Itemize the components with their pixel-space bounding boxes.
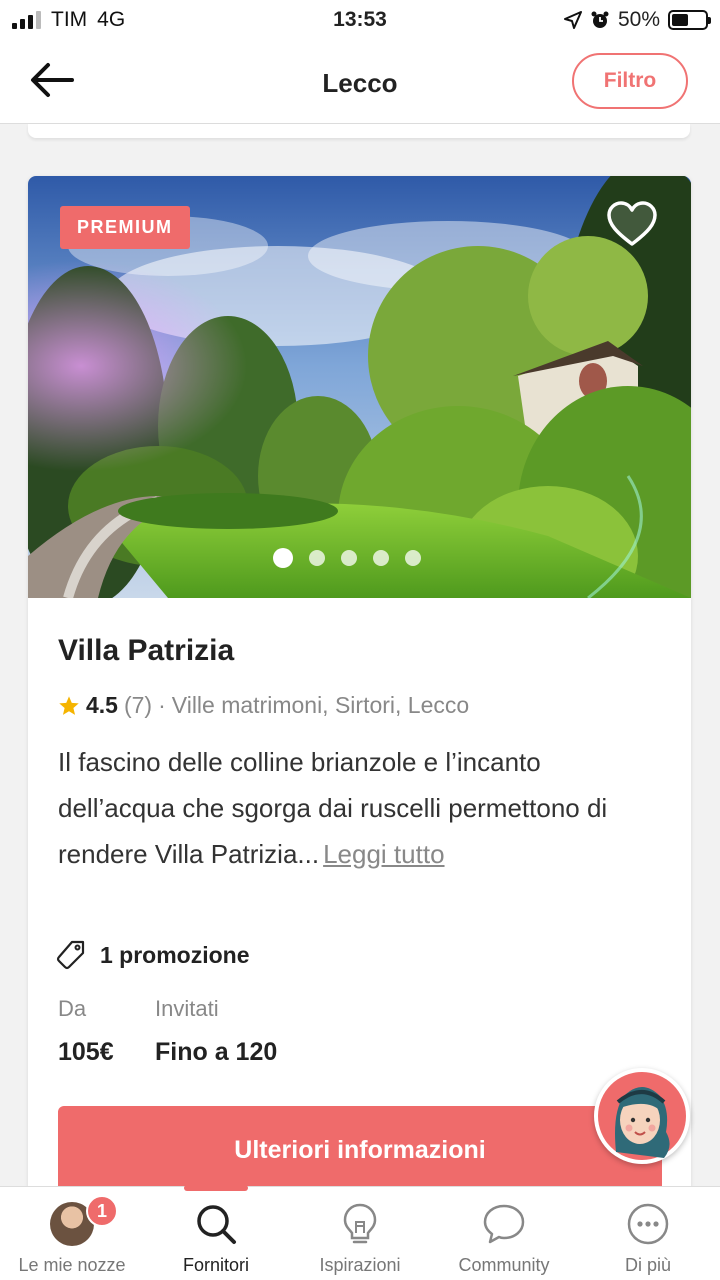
tab-more[interactable]: Di più [576, 1187, 720, 1280]
pagination-dot[interactable] [341, 550, 357, 566]
review-count: (7) [123, 692, 153, 718]
rating-line: 4.5 (7) · Ville matrimoni, Sirtori, Lecc… [58, 692, 469, 719]
pagination-dot[interactable] [273, 548, 293, 568]
tab-my-wedding[interactable]: 1 Le mie nozze [0, 1187, 144, 1280]
assistant-button[interactable] [594, 1068, 690, 1164]
read-more-link[interactable]: Leggi tutto [323, 839, 444, 869]
tab-label: Fornitori [182, 1255, 249, 1275]
top-navigation: Lecco Filtro [0, 40, 720, 124]
promotion-row[interactable]: 1 promozione [56, 940, 250, 970]
listing-title[interactable]: Villa Patrizia [58, 634, 234, 668]
rating-value: 4.5 [86, 692, 118, 718]
bottom-tab-bar: 1 Le mie nozze Fornitori Ispirazioni Com… [0, 1185, 720, 1280]
photo-pagination[interactable] [273, 548, 421, 568]
tab-label: Di più [624, 1255, 672, 1275]
more-icon [627, 1203, 669, 1245]
search-icon [197, 1205, 236, 1244]
tab-community[interactable]: Community [432, 1187, 576, 1280]
favorite-button[interactable] [606, 200, 658, 248]
battery-percent: 50% [617, 8, 660, 31]
listing-description: Il fascino delle colline brianzole e l’i… [58, 739, 658, 877]
lightbulb-icon [343, 1203, 377, 1244]
tab-vendors[interactable]: Fornitori [144, 1187, 288, 1280]
tab-label: Community [458, 1255, 550, 1275]
battery-icon [668, 10, 711, 30]
more-info-button[interactable]: Ulteriori informazioni [58, 1106, 662, 1194]
filter-button[interactable]: Filtro [572, 53, 688, 109]
premium-badge: PREMIUM [60, 206, 190, 249]
guests-label: Invitati [155, 996, 219, 1021]
pagination-dot[interactable] [309, 550, 325, 566]
alarm-icon [591, 11, 609, 28]
pagination-dot[interactable] [405, 550, 421, 566]
heart-icon [607, 201, 657, 246]
guests-value: Fino a 120 [155, 1038, 278, 1066]
tab-label: Le mie nozze [18, 1255, 126, 1275]
category-location: Ville matrimoni, Sirtori, Lecco [171, 692, 470, 718]
tag-icon [56, 940, 85, 970]
price-label: Da [58, 996, 87, 1021]
chat-bubble-icon [483, 1204, 525, 1244]
pagination-dot[interactable] [373, 550, 389, 566]
separator: · [158, 692, 166, 718]
promotion-label: 1 promozione [100, 941, 250, 968]
status-bar: TIM 4G 13:53 50% [0, 0, 720, 40]
listing-card[interactable]: PREMIUM Villa Patrizia 4.5 (7) · Ville m… [28, 176, 691, 1216]
assistant-avatar-icon [598, 1072, 686, 1160]
listing-photo[interactable]: PREMIUM [28, 176, 691, 598]
price-value: 105€ [58, 1038, 114, 1066]
star-icon [59, 695, 79, 715]
tab-inspirations[interactable]: Ispirazioni [288, 1187, 432, 1280]
notification-badge: 1 [86, 1195, 118, 1227]
tab-label: Ispirazioni [319, 1255, 401, 1275]
location-arrow-icon [563, 11, 582, 29]
previous-listing-card[interactable] [28, 124, 690, 138]
status-right: 50% [563, 8, 711, 32]
